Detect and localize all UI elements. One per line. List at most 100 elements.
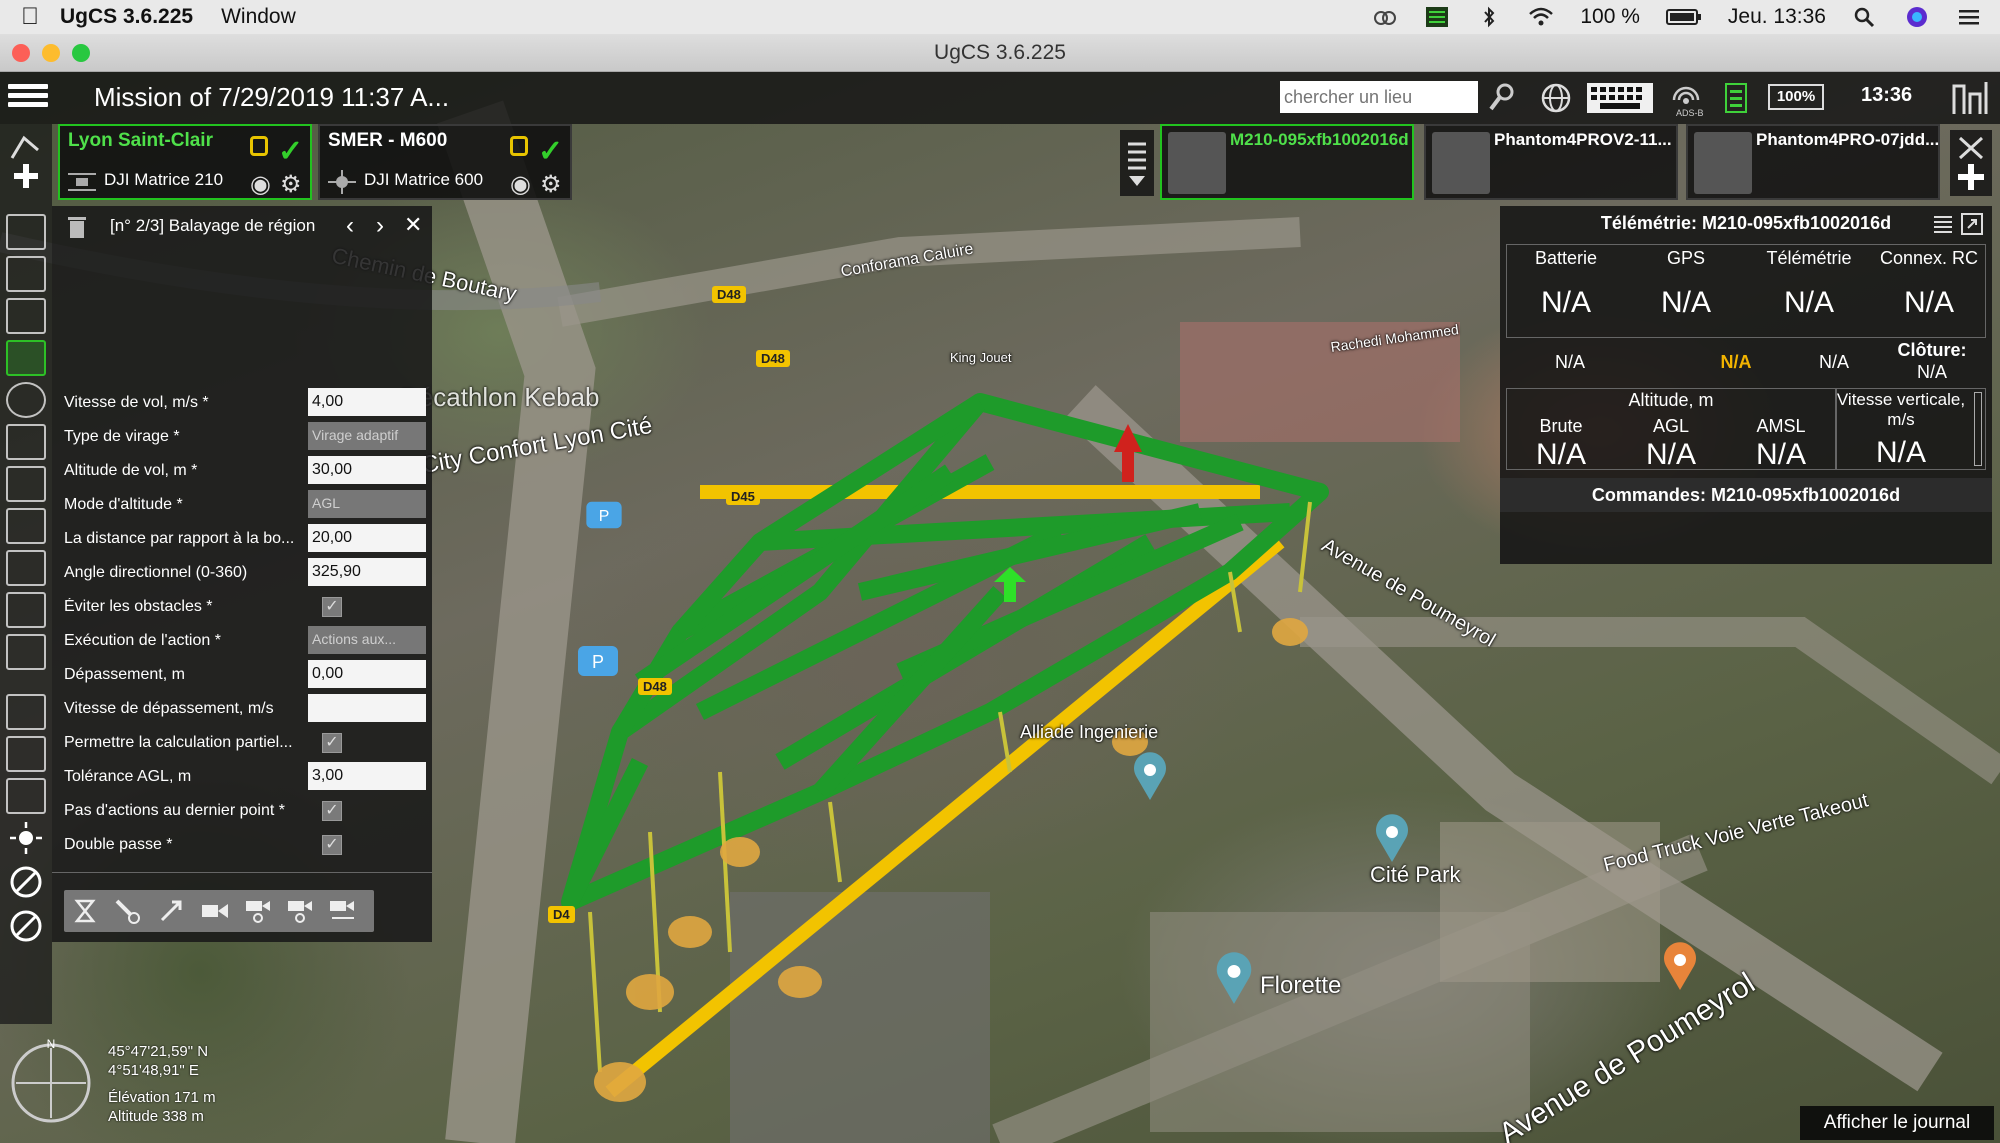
sun-position-icon[interactable] [6, 820, 46, 856]
tool-vertical-scan-button[interactable] [6, 508, 46, 544]
tool-polyline-button[interactable] [6, 256, 46, 292]
tool-facade-button[interactable] [6, 592, 46, 628]
battery-icon[interactable] [1665, 6, 1702, 28]
camera-by-distance-icon[interactable] [328, 898, 358, 924]
vehicle-card-lyon-saint-clair[interactable]: Lyon Saint-Clair DJI Matrice 210 ✓ ◉ ⚙ [58, 124, 312, 200]
flight-speed-input[interactable] [308, 388, 426, 416]
agl-tolerance-input[interactable] [308, 762, 426, 790]
layout-settings-icon[interactable] [1950, 80, 1990, 116]
map-pin-icon[interactable] [1372, 814, 1412, 864]
menubar-window-menu[interactable]: Window [221, 5, 296, 29]
zoom-window-button[interactable] [72, 44, 90, 62]
telemetry-panel: Télémétrie: M210-095xfb1002016d Batterie… [1500, 206, 1992, 564]
add-zone-button[interactable] [6, 694, 46, 730]
add-vehicle-icon[interactable] [1950, 130, 1992, 196]
drone-card-m210[interactable]: M210-095xfb1002016d [1160, 124, 1414, 200]
tool-circle-button[interactable] [6, 382, 46, 418]
drone-card-phantom4pro[interactable]: Phantom4PRO-07jdd... [1686, 124, 1940, 200]
close-window-button[interactable] [12, 44, 30, 62]
flight-altitude-input[interactable] [308, 456, 426, 484]
tool-photogrammetry-button[interactable] [6, 550, 46, 586]
keyboard-icon[interactable] [1586, 82, 1654, 114]
bluetooth-icon[interactable] [1476, 6, 1502, 28]
apple-icon[interactable]:  [0, 3, 60, 31]
expand-panel-icon[interactable] [1960, 212, 1984, 236]
compass-icon[interactable]: N [6, 1038, 96, 1128]
direction-angle-input[interactable] [308, 558, 426, 586]
menubar-datetime[interactable]: Jeu. 13:36 [1728, 5, 1826, 29]
tool-area-scan-button[interactable] [6, 340, 46, 376]
eye-icon[interactable]: ◉ [510, 170, 531, 199]
camera-control-icon[interactable] [114, 898, 144, 924]
waypoint-markers[interactable] [594, 618, 1308, 1102]
map-pin-icon[interactable] [1660, 942, 1700, 992]
action-execution-select[interactable]: Actions aux... [308, 626, 426, 654]
search-icon[interactable] [1488, 82, 1516, 112]
lock-icon[interactable] [510, 136, 528, 156]
tool-ruler-button[interactable] [6, 736, 46, 772]
parking-icon[interactable]: P [576, 644, 620, 678]
partial-calculation-checkbox[interactable]: ✓ [322, 733, 342, 753]
creative-cloud-icon[interactable] [1372, 6, 1398, 28]
server-status-icon[interactable] [1724, 82, 1748, 114]
battery-header: Batterie [1534, 248, 1598, 268]
vehicle-type: DJI Matrice 600 [364, 170, 484, 189]
no-fly-zone-icon[interactable] [6, 864, 46, 900]
notification-center-icon[interactable] [1956, 6, 1982, 28]
previous-segment-button[interactable]: ‹ [346, 212, 354, 240]
map-pin-icon[interactable] [1212, 952, 1256, 1006]
list-view-icon[interactable] [1932, 214, 1954, 234]
camera-by-time-icon[interactable] [286, 898, 316, 924]
no-actions-last-point-checkbox[interactable]: ✓ [322, 801, 342, 821]
gear-icon[interactable]: ⚙ [540, 170, 562, 199]
poi-action-icon[interactable] [158, 898, 188, 924]
overshoot-speed-input[interactable] [308, 694, 426, 722]
globe-icon[interactable] [1540, 82, 1572, 114]
drone-card-phantom4prov2[interactable]: Phantom4PROV2-11... [1424, 124, 1678, 200]
tool-survey-button[interactable] [6, 298, 46, 334]
tool-hatch-button[interactable] [6, 778, 46, 814]
clear-restriction-icon[interactable] [6, 908, 46, 944]
telemetry-title: Télémétrie: M210-095xfb1002016d [1600, 213, 1892, 233]
vehicle-name: SMER - M600 [328, 130, 448, 151]
road-tag: D45 [726, 488, 760, 505]
spotlight-search-icon[interactable] [1852, 6, 1878, 28]
minimize-window-button[interactable] [42, 44, 60, 62]
close-panel-button[interactable]: ✕ [404, 212, 422, 238]
mission-title[interactable]: Mission of 7/29/2019 11:37 A... [94, 82, 449, 113]
wifi-icon[interactable] [1528, 6, 1554, 28]
altitude-mode-select[interactable]: AGL [308, 490, 426, 518]
add-route-icon[interactable] [6, 130, 46, 190]
gear-icon[interactable]: ⚙ [280, 170, 302, 199]
show-log-button[interactable]: Afficher le journal [1800, 1106, 1994, 1140]
camera-attitude-icon[interactable] [200, 898, 232, 924]
wait-action-icon[interactable] [72, 898, 98, 924]
vehicle-card-smer-m600[interactable]: SMER - M600 DJI Matrice 600 ✓ ◉ ⚙ [318, 124, 572, 200]
hamburger-menu-button[interactable] [8, 80, 48, 116]
location-search-input[interactable] [1280, 81, 1478, 113]
trash-icon[interactable] [66, 214, 88, 240]
tool-perimeter-button[interactable] [6, 424, 46, 460]
camera-mode-icon[interactable] [244, 898, 274, 924]
field-agl-tolerance: Tolérance AGL, m [64, 762, 434, 792]
activity-monitor-icon[interactable] [1424, 6, 1450, 28]
next-segment-button[interactable]: › [376, 212, 384, 240]
double-pass-checkbox[interactable]: ✓ [322, 835, 342, 855]
check-icon[interactable]: ✓ [538, 134, 563, 169]
overshoot-input[interactable] [308, 660, 426, 688]
map-pin-icon[interactable] [1130, 752, 1170, 802]
avoid-obstacles-checkbox[interactable]: ✓ [322, 597, 342, 617]
tool-structure-scan-button[interactable] [6, 634, 46, 670]
check-icon[interactable]: ✓ [278, 134, 303, 169]
drone-list-toggle-icon[interactable] [1120, 130, 1154, 196]
lock-icon[interactable] [250, 136, 268, 156]
tool-corridor-button[interactable] [6, 466, 46, 502]
tool-waypoint-button[interactable] [6, 214, 46, 250]
eye-icon[interactable]: ◉ [250, 170, 271, 199]
turn-type-select[interactable]: Virage adaptif [308, 422, 426, 450]
border-distance-input[interactable] [308, 524, 426, 552]
geofence-label: Clôture: [1897, 340, 1967, 360]
parking-icon[interactable]: P [584, 500, 624, 530]
menubar-app-name[interactable]: UgCS 3.6.225 [60, 5, 193, 29]
siri-icon[interactable] [1904, 6, 1930, 28]
